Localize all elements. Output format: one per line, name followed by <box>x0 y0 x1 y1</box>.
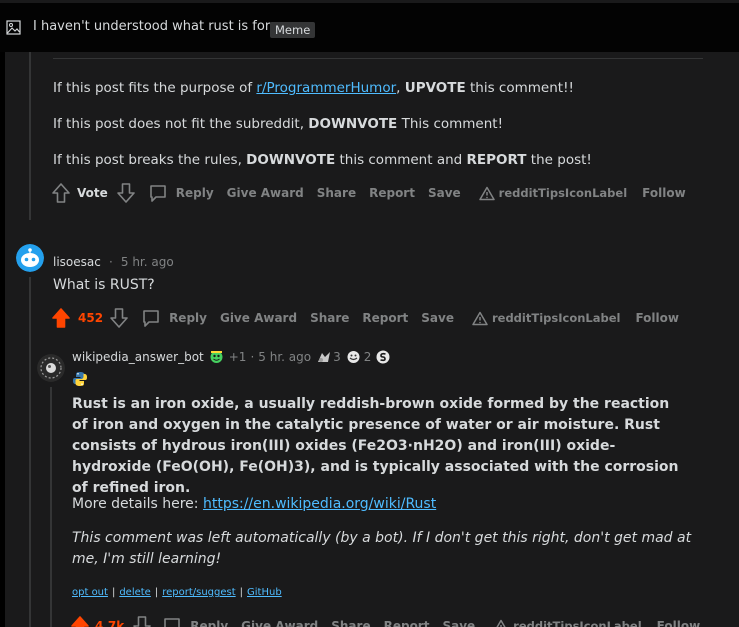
award-icon[interactable] <box>346 350 361 364</box>
user-avatar[interactable] <box>16 244 44 272</box>
github-link[interactable]: GitHub <box>247 587 282 598</box>
reply-button[interactable]: Reply <box>148 183 214 203</box>
delete-link[interactable]: delete <box>119 587 151 598</box>
thread-line[interactable] <box>29 52 31 220</box>
award-count: 3 <box>333 350 341 364</box>
give-award-button[interactable]: Give Award <box>227 186 304 200</box>
warning-icon <box>478 186 495 200</box>
username[interactable]: lisoesac <box>53 255 101 269</box>
upvote-icon[interactable] <box>51 182 71 204</box>
tips-button[interactable]: redditTipsIconLabel <box>478 186 627 201</box>
python-flair-icon <box>73 372 87 386</box>
give-award-button[interactable]: Give Award <box>241 619 318 627</box>
warning-icon <box>472 311 488 325</box>
award-count: 2 <box>363 350 372 364</box>
report-button[interactable]: Report <box>362 311 408 325</box>
mod-comment-line-3: If this post breaks the rules, DOWNVOTE … <box>53 152 592 168</box>
report-button[interactable]: Report <box>384 619 430 627</box>
opt-out-link[interactable]: opt out <box>72 587 108 598</box>
comment-body: Rust is an iron oxide, a usually reddish… <box>72 396 679 496</box>
tips-button[interactable]: redditTipsIconLabel <box>493 619 642 627</box>
divider <box>53 58 703 59</box>
follow-button[interactable]: Follow <box>657 619 701 627</box>
post-header: I haven't understood what rust is for Me… <box>0 0 739 52</box>
post-title[interactable]: I haven't understood what rust is for <box>33 19 270 34</box>
share-button[interactable]: Share <box>317 186 356 200</box>
comment-header: wikipedia_answer_bot +1 · 5 hr. ago 3 2 <box>72 350 390 364</box>
comment-actions: 452 Reply Give Award Share Report Save r… <box>51 306 679 330</box>
warning-icon <box>496 619 507 627</box>
more-details: More details here: https://en.wikipedia.… <box>72 496 437 512</box>
wikipedia-link[interactable]: https://en.wikipedia.org/wiki/Rust <box>203 496 436 512</box>
reply-button[interactable]: Reply <box>141 308 207 328</box>
save-button[interactable]: Save <box>421 311 454 325</box>
award-icon[interactable] <box>209 350 224 364</box>
save-button[interactable]: Save <box>442 619 475 627</box>
bot-links: opt out | delete | report/suggest | GitHub <box>72 587 282 598</box>
username[interactable]: wikipedia_answer_bot <box>72 350 204 364</box>
downvote-icon[interactable] <box>116 182 136 204</box>
mod-comment-line-1: If this post fits the purpose of r/Progr… <box>53 80 574 96</box>
report-suggest-link[interactable]: report/suggest <box>162 587 235 598</box>
mod-comment-actions: Vote Reply Give Award Share Report Save … <box>51 181 686 205</box>
reply-button[interactable]: Reply <box>162 616 228 627</box>
vote-count: 452 <box>78 311 104 325</box>
image-post-icon <box>6 20 21 35</box>
comment-icon <box>143 310 159 327</box>
downvote-icon[interactable] <box>109 307 129 329</box>
save-button[interactable]: Save <box>428 186 461 200</box>
comment-icon <box>149 185 166 202</box>
mod-comment-line-2: If this post does not fit the subreddit,… <box>53 116 504 132</box>
upvote-icon[interactable] <box>70 615 90 627</box>
bot-disclaimer: This comment was left automatically (by … <box>72 530 692 567</box>
tips-button[interactable]: redditTipsIconLabel <box>472 311 620 326</box>
bot-avatar[interactable] <box>37 354 65 382</box>
comment-icon <box>164 618 181 627</box>
award-icon[interactable] <box>316 350 332 364</box>
comment-body: What is RUST? <box>53 277 155 293</box>
share-button[interactable]: Share <box>331 619 370 627</box>
post-flair: Meme <box>270 22 316 38</box>
upvote-icon[interactable] <box>51 307 71 329</box>
follow-button[interactable]: Follow <box>635 311 679 325</box>
downvote-icon[interactable] <box>132 615 152 627</box>
comment-header: lisoesac · 5 hr. ago <box>53 255 174 269</box>
timestamp[interactable]: 5 hr. ago <box>121 255 174 269</box>
share-button[interactable]: Share <box>310 311 349 325</box>
vote-count: 4.7k <box>95 619 125 627</box>
thread-line[interactable] <box>50 387 52 627</box>
report-button[interactable]: Report <box>369 186 415 200</box>
subreddit-link[interactable]: r/ProgrammerHumor <box>256 80 396 96</box>
award-icon[interactable] <box>376 350 390 364</box>
timestamp[interactable]: 5 hr. ago <box>258 350 311 364</box>
give-award-button[interactable]: Give Award <box>220 311 297 325</box>
plus-one: +1 <box>228 350 247 364</box>
follow-button[interactable]: Follow <box>642 186 686 200</box>
comment-actions: 4.7k Reply Give Award Share Report Save … <box>70 614 700 627</box>
thread-line[interactable] <box>29 277 31 627</box>
vote-count: Vote <box>77 186 108 200</box>
